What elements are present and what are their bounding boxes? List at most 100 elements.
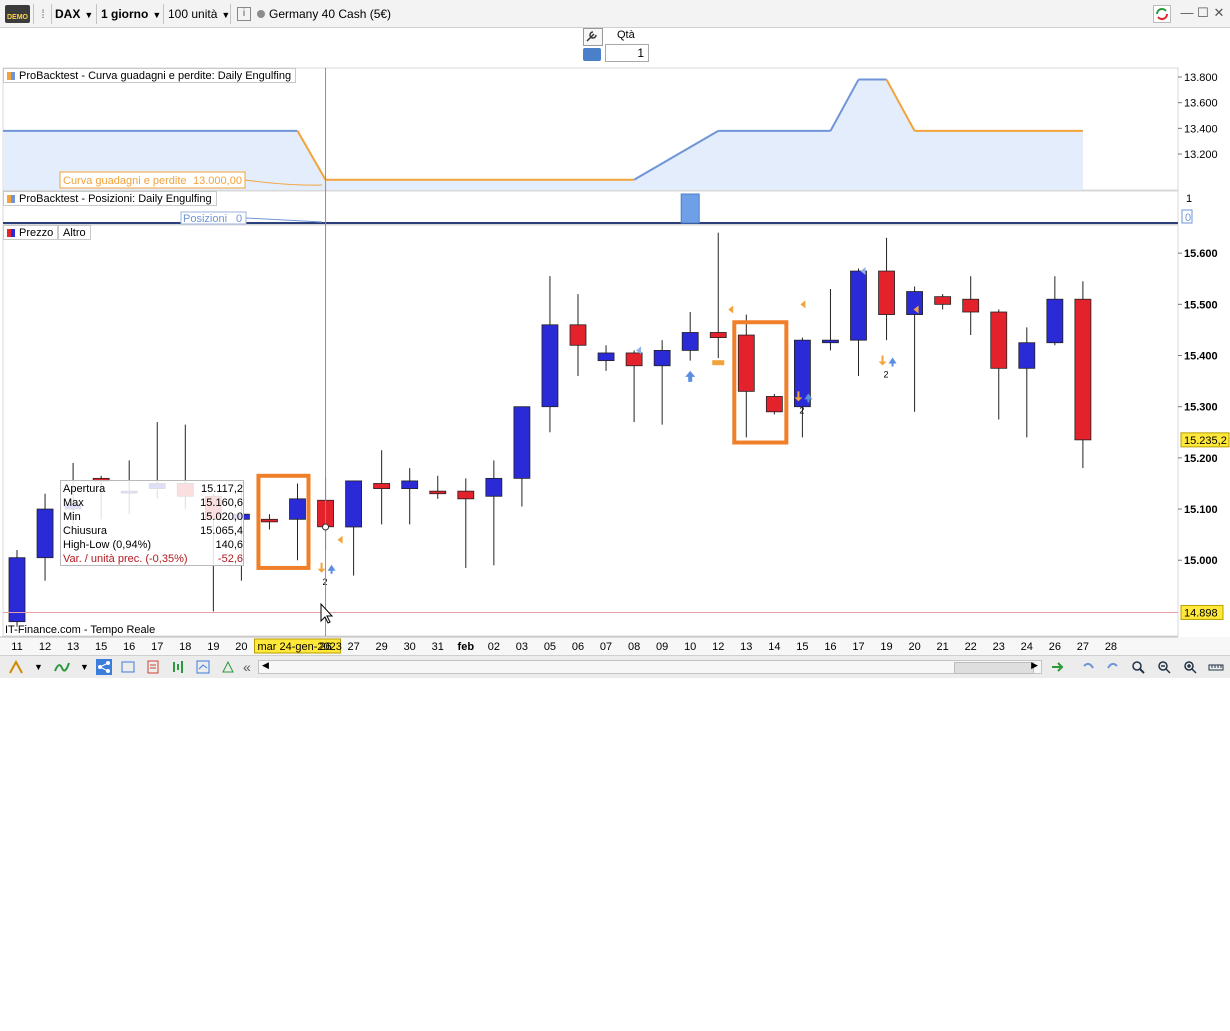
candle-body [401, 480, 419, 489]
scroll-left-icon[interactable]: ◀ [262, 660, 269, 671]
ruler-icon[interactable] [1208, 659, 1224, 675]
cursor-price-tag: 14.898 [1180, 604, 1224, 620]
zoom-in-icon[interactable] [1182, 659, 1198, 675]
equity-tag-label: Curva guadagni e perdite [63, 175, 187, 187]
indicator-swatch [7, 195, 15, 203]
candle[interactable] [765, 393, 783, 415]
positions-y-tick-label: 0 [1185, 212, 1191, 224]
positions-panel-label[interactable]: ProBacktest - Posizioni: Daily Engulfing [3, 191, 217, 206]
report-icon[interactable] [145, 659, 161, 675]
candle-body [934, 296, 952, 305]
x-tick-label: 23 [993, 641, 1005, 653]
data-source-label: IT-Finance.com - Tempo Reale [5, 624, 155, 636]
candle[interactable] [1074, 281, 1092, 469]
share-icon[interactable] [96, 659, 112, 675]
candle-body [1046, 298, 1064, 344]
zoom-area-icon[interactable] [1130, 659, 1146, 675]
window-icon[interactable] [120, 659, 136, 675]
tooltip-row: Apertura 15.117,2 [63, 483, 243, 495]
tooltip-row: High-Low (0,94%) 140,6 [63, 539, 243, 551]
position-bar [680, 193, 700, 224]
tooltip-row: Chiusura 15.065,4 [63, 525, 243, 537]
candle-body [962, 298, 980, 313]
equity-tag-value: 13.000,00 [193, 175, 242, 187]
candle-body [345, 480, 363, 528]
x-tick-label: 03 [516, 641, 528, 653]
last-price-tag: 15.235,2 [1180, 432, 1230, 448]
positions-y-tick-label: 1 [1186, 193, 1192, 205]
candle-body [261, 518, 278, 523]
x-tick-label: feb [458, 641, 475, 653]
undo-icon[interactable] [1080, 659, 1096, 675]
x-tick-label: 15 [796, 641, 808, 653]
candle-body [1074, 298, 1092, 441]
x-tick-label: 28 [1105, 641, 1117, 653]
backtest-icon[interactable] [170, 659, 186, 675]
time-scrollbar[interactable]: ◀ ▶ [258, 660, 1042, 674]
collapse-left-icon[interactable]: « [243, 659, 259, 675]
price-y-tick-label: 15.500 [1184, 299, 1218, 311]
equity-y-tick-label: 13.800 [1184, 72, 1218, 84]
x-tick-label: 02 [488, 641, 500, 653]
candle-body [1018, 342, 1036, 369]
candle-body [597, 352, 615, 362]
other-tab[interactable]: Altro [58, 225, 91, 240]
candle-body [429, 490, 447, 495]
equity-y-tick-label: 13.600 [1184, 98, 1218, 110]
equity-panel-label[interactable]: ProBacktest - Curva guadagni e perdite: … [3, 68, 297, 83]
chevron-down-icon[interactable]: ▼ [80, 659, 96, 675]
x-tick-label: 14 [768, 641, 780, 653]
x-tick-label: 22 [965, 641, 977, 653]
candle-body [765, 396, 783, 413]
price-swatch [7, 229, 15, 237]
x-tick-label: 20 [235, 641, 247, 653]
x-tick-label: 27 [347, 641, 359, 653]
zoom-out-icon[interactable] [1156, 659, 1172, 675]
price-y-tick-label: 15.100 [1184, 504, 1218, 516]
chevron-down-icon[interactable]: ▼ [34, 659, 50, 675]
positions-zero-tag: 0 [1181, 209, 1193, 224]
tooltip-row: Var. / unità prec. (-0,35%) -52,6 [63, 553, 243, 565]
x-tick-label: 30 [404, 641, 416, 653]
price-y-tick-label: 15.300 [1184, 402, 1218, 414]
last-price-label: 15.235,2 [1184, 435, 1227, 447]
x-tick-label: 11 [11, 641, 22, 653]
candle-body [681, 332, 699, 351]
x-tick-label: 13 [740, 641, 752, 653]
x-tick-label: 27 [1077, 641, 1089, 653]
price-frame [2, 224, 1179, 637]
x-tick-label: 10 [684, 641, 696, 653]
candle-body [513, 406, 531, 479]
x-tick-label: 16 [824, 641, 836, 653]
exit-marker-icon [712, 360, 725, 366]
x-tick-label: 18 [179, 641, 191, 653]
draw-tool-icon[interactable] [8, 659, 24, 675]
equity-y-tick-label: 13.200 [1184, 149, 1218, 161]
x-tick-label: 31 [432, 641, 444, 653]
candle-body [373, 483, 391, 489]
candle-body [289, 498, 306, 520]
alert-icon[interactable] [220, 659, 236, 675]
scroll-right-icon[interactable]: ▶ [1031, 660, 1038, 671]
trade-count-label: 2 [799, 405, 804, 415]
tooltip-row: Min 15.020,0 [63, 511, 243, 523]
x-tick-label: 21 [937, 641, 949, 653]
x-tick-label: 20 [908, 641, 920, 653]
redo-icon[interactable] [1105, 659, 1121, 675]
tooltip-row: Max 15.160,6 [63, 497, 243, 509]
equity-y-tick-label: 13.400 [1184, 123, 1218, 135]
x-tick-label: 17 [852, 641, 864, 653]
candle-body [569, 324, 587, 346]
candle-body [36, 508, 54, 559]
x-tick-label: 08 [628, 641, 640, 653]
price-tab[interactable]: Prezzo [3, 225, 59, 240]
candle-body [625, 352, 643, 367]
x-tick-label: 16 [123, 641, 135, 653]
candle[interactable] [8, 550, 26, 627]
go-to-end-icon[interactable] [1050, 659, 1066, 675]
screener-icon[interactable] [195, 659, 211, 675]
indicator-icon[interactable] [54, 659, 70, 675]
scrollbar-thumb[interactable] [954, 662, 1034, 674]
x-tick-label: 13 [67, 641, 79, 653]
x-tick-label: 26 [319, 641, 331, 653]
